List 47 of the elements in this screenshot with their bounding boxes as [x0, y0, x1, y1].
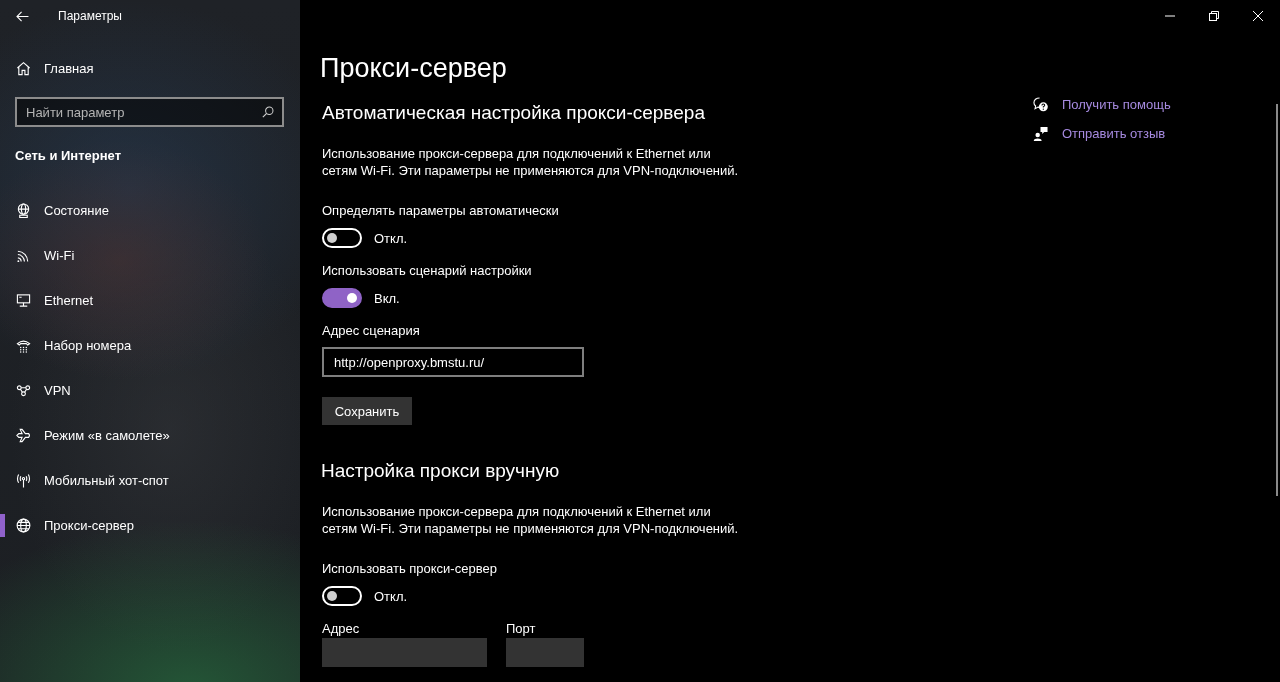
sidebar-item[interactable]: Состояние: [0, 188, 123, 233]
home-link[interactable]: Главная: [0, 48, 108, 88]
toggle-state-text: Вкл.: [374, 290, 400, 306]
setting-label: Определять параметры автоматически: [322, 202, 559, 220]
restore-icon: [1209, 11, 1219, 21]
sidebar-item[interactable]: Ethernet: [0, 278, 108, 323]
globe-icon: [16, 518, 31, 533]
home-icon: [16, 60, 31, 76]
toggle-state-text: Откл.: [374, 230, 408, 246]
save-button[interactable]: Сохранить: [322, 397, 412, 425]
help-link[interactable]: Получить помощь: [1033, 90, 1171, 119]
wifi-icon: [16, 248, 31, 263]
setting-label: Использовать прокси-сервер: [322, 560, 497, 578]
window-title: Параметры: [58, 9, 122, 23]
toggle-switch[interactable]: [322, 288, 362, 308]
close-icon: [1253, 11, 1263, 21]
section-heading: Настройка прокси вручную: [321, 459, 560, 483]
scrollbar[interactable]: [1276, 104, 1278, 496]
help-link[interactable]: Отправить отзыв: [1033, 119, 1166, 148]
sidebar-item[interactable]: VPN: [0, 368, 85, 413]
search-field[interactable]: Найти параметр: [15, 97, 284, 127]
setting-label: Использовать сценарий настройки: [322, 262, 532, 280]
field-label: Адрес: [322, 620, 360, 638]
back-arrow-icon: [15, 10, 29, 22]
toggle-state-text: Откл.: [374, 588, 408, 604]
monitor-icon: [16, 293, 31, 308]
airplane-icon: [16, 428, 31, 443]
section-description: Использование прокси-сервера для подключений к Ethernet или сетям Wi-Fi. Эти параметры не применяются для VPN-подключений.: [322, 503, 740, 537]
feedback-icon: [1033, 126, 1048, 141]
field-label: Порт: [506, 620, 536, 638]
sidebar-item[interactable]: Режим «в самолете»: [0, 413, 184, 458]
sidebar-item[interactable]: Набор номера: [0, 323, 146, 368]
sidebar-item[interactable]: Wi-Fi: [0, 233, 89, 278]
sidebar-item[interactable]: Прокси-сервер: [0, 503, 148, 548]
input-field[interactable]: http://openproxy.bmstu.ru/: [322, 347, 584, 377]
globe-monitor-icon: [16, 203, 31, 218]
antenna-icon: [16, 473, 31, 488]
field-label: Адрес сценария: [322, 322, 420, 340]
section-title: Сеть и Интернет: [15, 147, 122, 165]
section-heading: Автоматическая настройка прокси-сервера: [322, 101, 705, 125]
page-title: Прокси-сервер: [320, 52, 507, 85]
sidebar-item[interactable]: Мобильный хот-спот: [0, 458, 183, 503]
search-icon[interactable]: [262, 106, 274, 118]
phone-icon: [16, 338, 31, 353]
section-description: Использование прокси-сервера для подключений к Ethernet или сетям Wi-Fi. Эти параметры не применяются для VPN-подключений.: [322, 145, 740, 179]
nodes-icon: [16, 383, 31, 398]
question-bubble-icon: [1033, 97, 1048, 112]
